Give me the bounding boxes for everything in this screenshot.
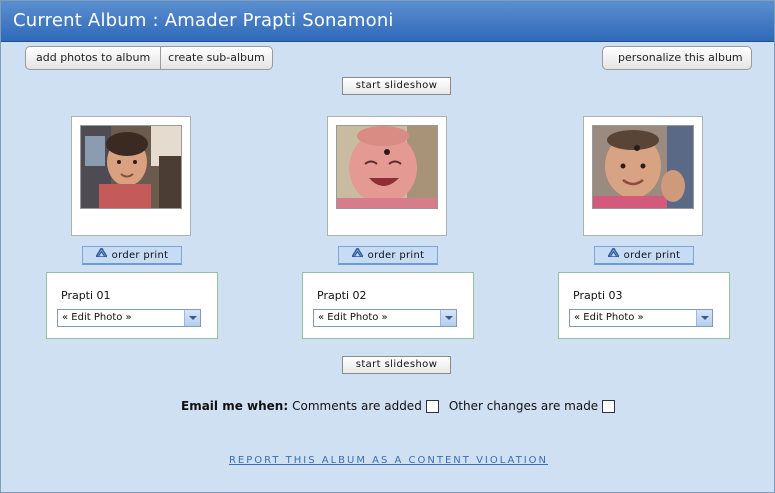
order-print-label: order print [367, 250, 425, 261]
order-print-button[interactable]: order print [594, 246, 694, 265]
photo-edit-panel: Prapti 03 « Edit Photo » [558, 272, 730, 339]
report-violation-link[interactable]: REPORT THIS ALBUM AS A CONTENT VIOLATION [1, 455, 775, 466]
chevron-down-icon[interactable] [184, 310, 200, 326]
photo-name: Prapti 02 [317, 289, 367, 302]
edit-photo-select-value: « Edit Photo » [62, 312, 132, 323]
comments-option-label: Comments are added [292, 399, 422, 413]
photo-name: Prapti 03 [573, 289, 623, 302]
photo-edit-panel: Prapti 02 « Edit Photo » [302, 272, 474, 339]
comments-checkbox[interactable] [425, 399, 439, 413]
photo-thumbnail-frame[interactable] [327, 116, 447, 236]
changes-option-label: Other changes are made [448, 399, 599, 413]
changes-checkbox[interactable] [602, 399, 616, 413]
order-print-icon [606, 246, 621, 263]
photo-thumbnail-frame[interactable] [71, 116, 191, 236]
order-print-label: order print [111, 250, 169, 261]
album-header: Current Album : Amader Prapti Sonamoni [1, 1, 774, 42]
photo-name: Prapti 01 [61, 289, 111, 302]
photo-thumbnail[interactable] [592, 125, 694, 209]
order-print-button[interactable]: order print [338, 246, 438, 265]
order-print-icon [350, 246, 365, 263]
chevron-down-icon[interactable] [440, 310, 456, 326]
start-slideshow-button-bottom[interactable]: start slideshow [342, 356, 451, 374]
order-print-label: order print [623, 250, 681, 261]
edit-photo-select[interactable]: « Edit Photo » [57, 309, 201, 327]
edit-photo-select[interactable]: « Edit Photo » [313, 309, 457, 327]
start-slideshow-button-top[interactable]: start slideshow [342, 77, 451, 95]
album-page: Current Album : Amader Prapti Sonamoni a… [0, 0, 775, 493]
page-title: Current Album : Amader Prapti Sonamoni [13, 10, 394, 31]
photo-thumbnail[interactable] [80, 125, 182, 209]
edit-photo-select-value: « Edit Photo » [318, 312, 388, 323]
order-print-button[interactable]: order print [82, 246, 182, 265]
edit-photo-select[interactable]: « Edit Photo » [569, 309, 713, 327]
email-label: Email me when: [181, 399, 289, 413]
chevron-down-icon[interactable] [696, 310, 712, 326]
photo-edit-panel: Prapti 01 « Edit Photo » [46, 272, 218, 339]
album-actions-group: add photos to album create sub-album [25, 46, 273, 70]
create-subalbum-button[interactable]: create sub-album [160, 47, 272, 69]
edit-photo-select-value: « Edit Photo » [574, 312, 644, 323]
email-notification-row: Email me when: Comments are added Other … [181, 398, 616, 414]
personalize-album-button[interactable]: personalize this album [602, 46, 752, 70]
order-print-icon [94, 246, 109, 263]
photo-thumbnail-frame[interactable] [583, 116, 703, 236]
add-photos-button[interactable]: add photos to album [26, 47, 160, 69]
photo-thumbnail[interactable] [336, 125, 438, 209]
